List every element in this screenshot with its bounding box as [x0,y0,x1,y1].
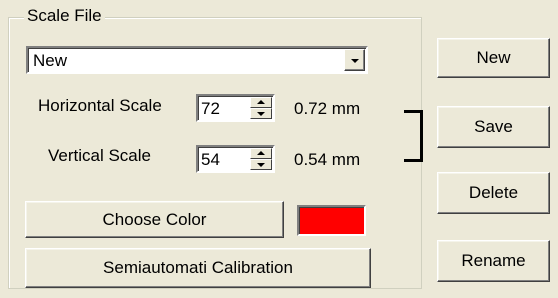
horizontal-scale-spin-buttons [250,97,272,119]
vertical-scale-mm: 0.54 mm [294,150,361,169]
horizontal-scale-mm: 0.72 mm [294,99,361,118]
horizontal-scale-increment[interactable] [250,97,272,108]
choose-color-button[interactable]: Choose Color [25,201,284,238]
scale-bracket [404,110,423,162]
horizontal-scale-label: Horizontal Scale [38,96,162,115]
vertical-scale-spinbox[interactable]: 54 [196,145,275,173]
vertical-scale-label: Vertical Scale [48,146,151,165]
group-title: Scale File [24,6,105,26]
scale-file-dialog: Scale File New Horizontal Scale 72 0.72 … [0,0,558,298]
color-swatch [297,205,366,236]
scale-file-select-value: New [33,51,68,70]
vertical-scale-value: 54 [201,150,220,169]
chevron-down-icon [351,59,359,63]
arrow-down-icon [257,163,265,167]
vertical-scale-spin-buttons [250,148,272,170]
vertical-scale-decrement[interactable] [250,159,272,170]
dropdown-arrow-button[interactable] [344,49,365,71]
arrow-up-icon [257,100,265,104]
vertical-scale-increment[interactable] [250,148,272,159]
arrow-down-icon [257,112,265,116]
arrow-up-icon [257,151,265,155]
new-button[interactable]: New [437,38,550,78]
save-button[interactable]: Save [437,106,550,148]
scale-file-select[interactable]: New [26,46,368,74]
rename-button[interactable]: Rename [437,240,550,282]
horizontal-scale-decrement[interactable] [250,108,272,119]
semiautomatic-calibration-button[interactable]: Semiautomati Calibration [25,248,371,288]
delete-button[interactable]: Delete [437,172,550,214]
horizontal-scale-spinbox[interactable]: 72 [196,94,275,122]
horizontal-scale-value: 72 [201,99,220,118]
